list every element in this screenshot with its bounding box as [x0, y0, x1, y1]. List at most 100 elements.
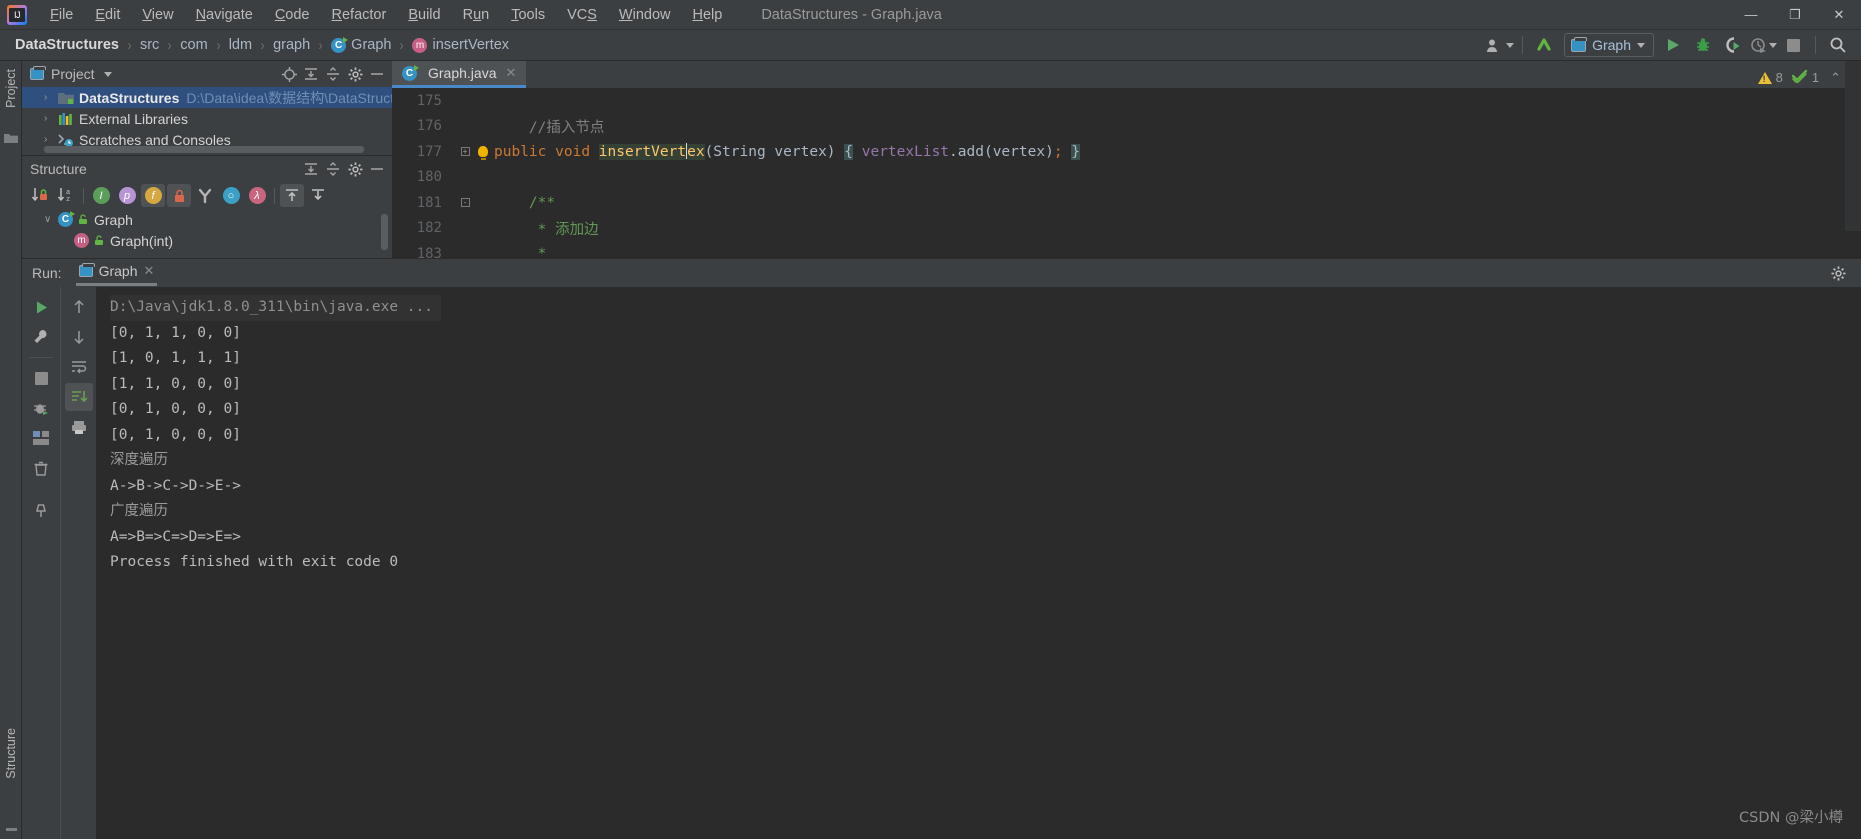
menu-item-edit[interactable]: Edit	[84, 3, 131, 27]
inspection-summary[interactable]: 8 1 ⌃	[1757, 69, 1841, 86]
run-configuration-selector[interactable]: Graph	[1564, 33, 1654, 57]
code-line[interactable]: 183 *	[392, 241, 1861, 258]
chevron-right-icon[interactable]: ›	[44, 113, 55, 124]
expand-all-icon[interactable]	[300, 158, 322, 180]
breadcrumb-item-com[interactable]: com	[177, 36, 210, 54]
stop-button[interactable]	[1778, 32, 1808, 58]
sort-alphabetically-icon[interactable]: a z	[54, 184, 78, 207]
folder-icon[interactable]	[4, 131, 18, 143]
collapse-all-icon[interactable]	[322, 158, 344, 180]
intention-bulb-icon[interactable]	[478, 146, 488, 161]
trash-icon[interactable]	[27, 454, 55, 482]
menu-item-file[interactable]: File	[39, 3, 84, 27]
menu-item-build[interactable]: Build	[397, 3, 451, 27]
close-button[interactable]: ✕	[1817, 0, 1861, 29]
hide-panel-icon[interactable]	[366, 63, 388, 85]
search-everywhere-icon[interactable]	[1823, 32, 1853, 58]
fold-collapse-icon[interactable]: -	[460, 198, 470, 208]
show-anonymous-icon[interactable]: ○	[219, 184, 243, 207]
breadcrumb-item-datastructures[interactable]: DataStructures	[12, 36, 122, 54]
structure-vertical-scrollbar[interactable]	[381, 214, 388, 250]
fold-gutter[interactable]: -	[452, 198, 478, 208]
expand-all-icon[interactable]	[300, 63, 322, 85]
strip-bottom-handle[interactable]	[6, 828, 17, 831]
code-line[interactable]: 182 * 添加边	[392, 216, 1861, 242]
code-line[interactable]: 180	[392, 165, 1861, 191]
menu-item-help[interactable]: Help	[681, 3, 733, 27]
show-fields-icon[interactable]: f	[141, 184, 165, 207]
gear-icon[interactable]	[344, 63, 366, 85]
project-tree-item[interactable]: › External Libraries	[22, 108, 392, 129]
breadcrumb-item-insertvertex[interactable]: insertVertex	[409, 36, 512, 54]
hide-panel-icon[interactable]	[366, 158, 388, 180]
breadcrumb-item-graph[interactable]: Graph	[328, 36, 394, 54]
layout-icon[interactable]	[27, 424, 55, 452]
inspection-gutter[interactable]	[1845, 61, 1861, 231]
code-line[interactable]: 181 - /**	[392, 190, 1861, 216]
gear-icon[interactable]	[344, 158, 366, 180]
fold-expand-icon[interactable]: +	[460, 147, 470, 157]
scroll-to-end-icon[interactable]	[64, 383, 93, 411]
show-inherited-icon[interactable]: I	[89, 184, 113, 207]
chevron-up-icon[interactable]: ⌃	[1830, 70, 1841, 86]
scroll-up-icon[interactable]	[65, 293, 93, 321]
run-with-coverage-button[interactable]	[1718, 32, 1748, 58]
vcs-update-icon[interactable]	[1530, 32, 1560, 58]
close-run-tab-icon[interactable]: ✕	[144, 263, 155, 279]
menu-item-navigate[interactable]: Navigate	[185, 3, 264, 27]
menu-item-run[interactable]: Run	[452, 3, 501, 27]
scroll-down-icon[interactable]	[65, 323, 93, 351]
structure-tree-item[interactable]: ∨ Graph	[22, 209, 392, 230]
print-icon[interactable]	[65, 413, 93, 441]
debug-button[interactable]	[1688, 32, 1718, 58]
show-properties-icon[interactable]: p	[115, 184, 139, 207]
breadcrumb-item-src[interactable]: src	[137, 36, 162, 54]
chevron-down-icon[interactable]: ∨	[44, 214, 55, 225]
editor-tab-graph-java[interactable]: Graph.java ✕	[392, 61, 527, 88]
run-button[interactable]	[1658, 32, 1688, 58]
code-line[interactable]: 177 + public void insertVertex(String vert…	[392, 139, 1861, 165]
breadcrumb-item-ldm[interactable]: ldm	[226, 36, 255, 54]
debug-icon[interactable]	[27, 394, 55, 422]
project-tree-item[interactable]: › DataStructures D:\Data\idea\数据结构\DataStr…	[22, 87, 392, 108]
run-tab-graph[interactable]: Graph ✕	[75, 260, 158, 286]
locate-icon[interactable]	[278, 63, 300, 85]
chevron-down-icon[interactable]	[103, 71, 112, 77]
profile-button[interactable]	[1748, 32, 1778, 58]
fold-gutter[interactable]: +	[452, 147, 478, 157]
breadcrumb-item-graph[interactable]: graph	[270, 36, 313, 54]
chevron-right-icon[interactable]: ›	[44, 134, 55, 145]
project-horizontal-scrollbar[interactable]	[44, 146, 364, 153]
strip-button-structure[interactable]: Structure	[4, 728, 18, 779]
scroll-from-source-icon[interactable]	[280, 184, 304, 207]
menu-item-code[interactable]: Code	[264, 3, 321, 27]
scroll-to-source-icon[interactable]	[306, 184, 330, 207]
collapse-all-icon[interactable]	[322, 63, 344, 85]
console-output[interactable]: D:\Java\jdk1.8.0_311\bin\java.exe ... [0,…	[96, 287, 1861, 839]
menu-item-view[interactable]: View	[131, 3, 184, 27]
strip-button-project[interactable]: Project	[4, 69, 18, 108]
settings-wrench-icon[interactable]	[27, 323, 55, 351]
gear-icon[interactable]	[1827, 262, 1849, 284]
close-tab-icon[interactable]: ✕	[505, 65, 516, 81]
stop-icon[interactable]	[27, 364, 55, 392]
structure-tree-item[interactable]: Graph(int)	[22, 230, 392, 251]
minimize-button[interactable]: —	[1729, 0, 1773, 29]
chevron-right-icon[interactable]: ›	[44, 92, 55, 103]
menu-item-vcs[interactable]: VCS	[556, 3, 608, 27]
code-line[interactable]: 175	[392, 88, 1861, 114]
code-line[interactable]: 176 //插入节点	[392, 114, 1861, 140]
user-account-icon[interactable]	[1485, 32, 1515, 58]
menu-item-window[interactable]: Window	[608, 3, 682, 27]
sort-by-visibility-icon[interactable]	[28, 184, 52, 207]
maximize-button[interactable]: ❐	[1773, 0, 1817, 29]
show-non-public-icon[interactable]	[167, 184, 191, 207]
menu-item-refactor[interactable]: Refactor	[321, 3, 398, 27]
group-methods-icon[interactable]	[193, 184, 217, 207]
soft-wrap-icon[interactable]	[65, 353, 93, 381]
show-lambdas-icon[interactable]: λ	[245, 184, 269, 207]
rerun-icon[interactable]	[27, 293, 55, 321]
menu-item-tools[interactable]: Tools	[500, 3, 556, 27]
pin-icon[interactable]	[27, 496, 55, 524]
code-editor[interactable]: 175 176 //插入节点 177 + public void insertVerte…	[392, 88, 1861, 258]
